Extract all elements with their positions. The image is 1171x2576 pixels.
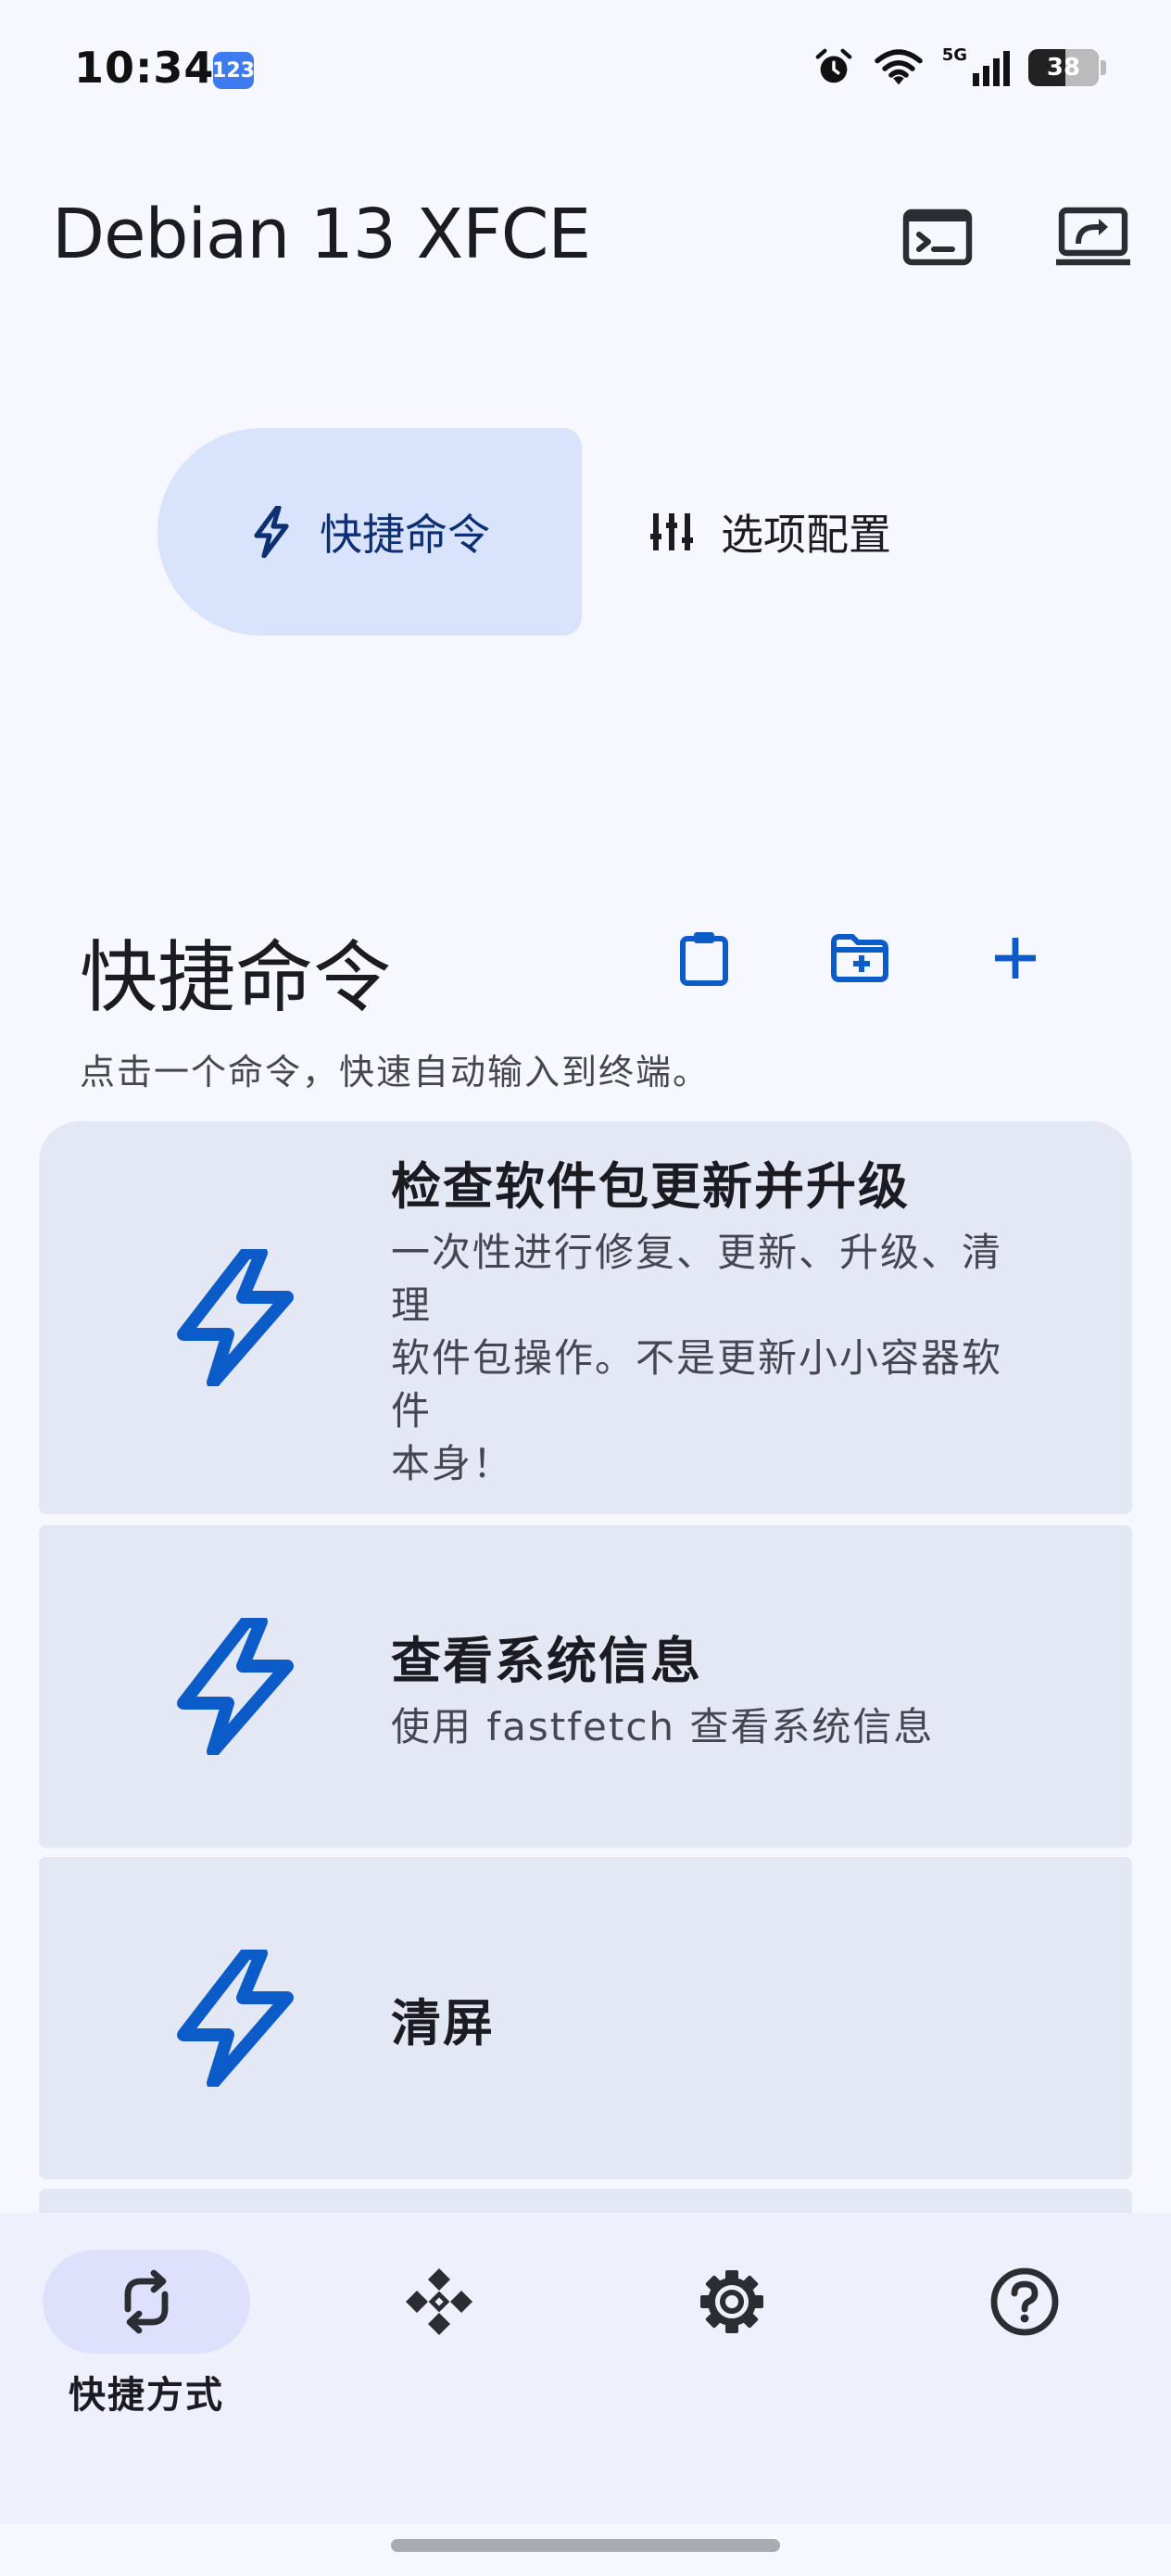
add-icon — [995, 938, 1036, 979]
status-time: 10:34 — [74, 43, 215, 93]
bottom-navigation: 快捷方式 — [0, 2213, 1171, 2524]
battery-icon: 38 — [1028, 49, 1099, 86]
nav-item-help[interactable] — [904, 2250, 1145, 2365]
app-screen: 10:34 123 5G 38 Debian 13 XFCE 快捷命令 选项配置… — [0, 0, 1171, 2576]
nav-pill — [628, 2250, 836, 2354]
section-title: 快捷命令 — [80, 932, 392, 1023]
section-subtitle: 点击一个命令，快速自动输入到终端。 — [80, 1052, 711, 1092]
command-card[interactable]: 检查软件包更新并升级 一次性进行修复、更新、升级、清理 软件包操作。不是更新小小… — [39, 1121, 1132, 1514]
nav-pill — [921, 2250, 1128, 2354]
diamond-grid-icon — [406, 2268, 472, 2335]
terminal-icon — [902, 208, 973, 266]
command-card[interactable]: 查看系统信息 使用 fastfetch 查看系统信息 — [39, 1525, 1132, 1848]
screen-share-button[interactable] — [1049, 193, 1138, 282]
status-bar: 10:34 123 5G 38 — [0, 0, 1171, 139]
network-type-label: 5G — [941, 44, 967, 65]
nav-label: 快捷方式 — [69, 2374, 224, 2417]
battery-tip — [1101, 60, 1106, 75]
notification-badge: 123 — [212, 52, 255, 89]
command-description: 一次性进行修复、更新、升级、清理 软件包操作。不是更新小小容器软件 本身！ — [391, 1230, 1003, 1486]
gesture-handle[interactable] — [391, 2539, 780, 2552]
bolt-icon — [249, 506, 294, 558]
tab-options-config[interactable]: 选项配置 — [648, 428, 963, 636]
nav-item-shortcuts[interactable]: 快捷方式 — [26, 2250, 267, 2418]
command-title: 查看系统信息 — [391, 1632, 702, 1690]
tab-label: 快捷命令 — [320, 510, 490, 560]
nav-pill — [335, 2250, 543, 2354]
bolt-icon — [159, 1612, 308, 1761]
add-group-button[interactable] — [819, 917, 900, 999]
nav-item-settings[interactable] — [611, 2250, 852, 2365]
command-text: 检查软件包更新并升级 一次性进行修复、更新、升级、清理 软件包操作。不是更新小小… — [391, 1145, 1002, 1490]
wifi-icon — [874, 49, 923, 85]
nav-pill — [43, 2250, 250, 2354]
nav-item-apps[interactable] — [319, 2250, 560, 2365]
help-icon — [990, 2267, 1059, 2336]
command-title: 检查软件包更新并升级 — [391, 1157, 910, 1216]
command-text: 查看系统信息 使用 fastfetch 查看系统信息 — [391, 1620, 1002, 1753]
tab-quick-commands[interactable]: 快捷命令 — [157, 428, 582, 636]
alarm-icon — [815, 48, 852, 83]
battery-level: 38 — [1046, 54, 1081, 82]
command-title: 清屏 — [391, 1993, 495, 2052]
add-command-button[interactable] — [975, 917, 1056, 999]
app-title: Debian 13 XFCE — [52, 195, 591, 274]
screen-share-icon — [1056, 207, 1130, 266]
terminal-button[interactable] — [893, 193, 982, 282]
bolt-icon — [159, 1944, 308, 2092]
gear-icon — [700, 2270, 763, 2333]
bolt-icon — [159, 1244, 308, 1392]
clipboard-icon — [680, 932, 728, 986]
command-description: 使用 fastfetch 查看系统信息 — [391, 1704, 935, 1749]
signal-icon — [973, 51, 1010, 86]
folder-add-icon — [831, 934, 888, 982]
paste-command-button[interactable] — [663, 917, 745, 999]
command-card[interactable]: 清屏 — [39, 1857, 1132, 2179]
sliders-icon — [648, 510, 695, 554]
swap-icon — [124, 2269, 169, 2334]
status-icons: 5G 38 — [812, 44, 1106, 89]
tab-label: 选项配置 — [721, 510, 891, 560]
command-text: 清屏 — [391, 1982, 1002, 2055]
